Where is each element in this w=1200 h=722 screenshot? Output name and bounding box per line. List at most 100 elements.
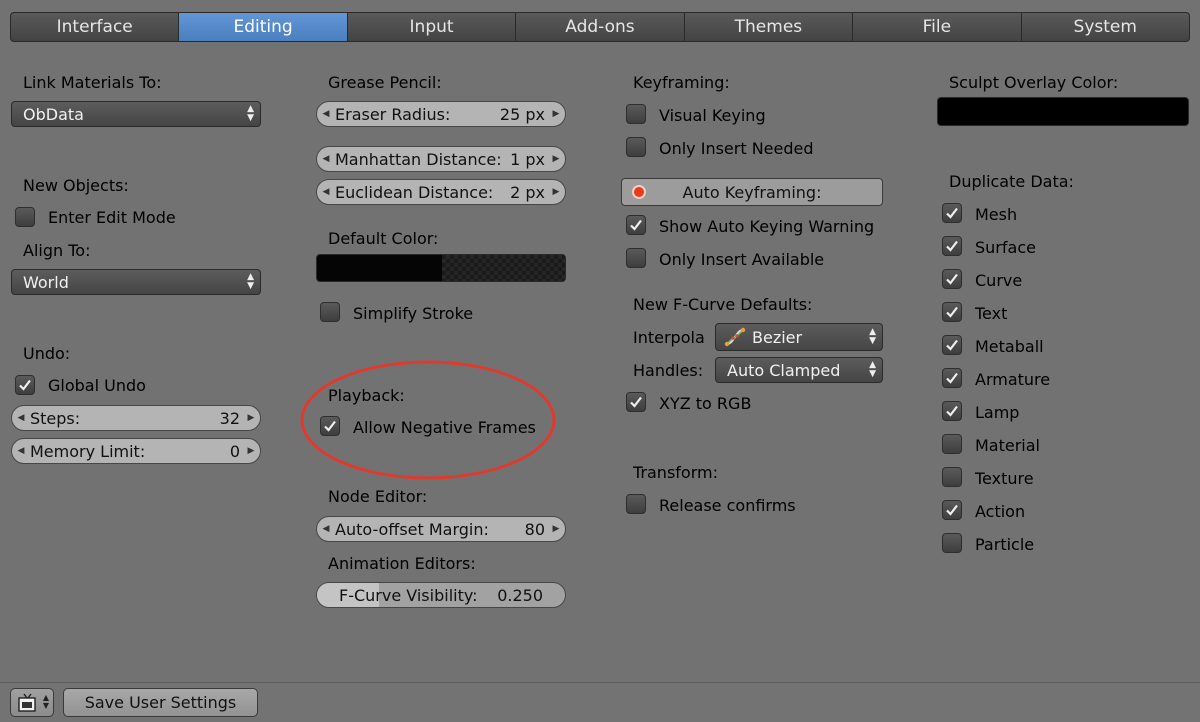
highlight-ellipse <box>300 360 556 480</box>
default-color-swatch[interactable] <box>316 254 566 282</box>
decrement-arrow-icon[interactable]: ◀ <box>317 187 335 197</box>
checkmark-icon <box>946 306 958 318</box>
xyz-to-rgb-label: XYZ to RGB <box>659 394 752 413</box>
tab-themes[interactable]: Themes <box>684 12 854 42</box>
fcurve-visibility-value: 0.250 <box>497 585 543 605</box>
save-user-settings-button[interactable]: Save User Settings <box>63 688 258 717</box>
duplicate-metaball-checkbox[interactable] <box>942 335 962 355</box>
preferences-tabbar: Interface Editing Input Add-ons Themes F… <box>10 12 1190 42</box>
alpha-checker-pattern <box>442 255 565 281</box>
animation-editors-label: Animation Editors: <box>328 554 476 573</box>
auto-keyframing-toggle[interactable]: Auto Keyframing: <box>621 178 883 206</box>
duplicate-lamp-checkbox[interactable] <box>942 401 962 421</box>
checkmark-icon <box>946 240 958 252</box>
updown-arrows-icon: ▲ ▼ <box>42 693 49 710</box>
duplicate-particle-checkbox[interactable] <box>942 533 962 553</box>
euclidean-distance-label: Euclidean Distance: <box>335 182 494 202</box>
bezier-curve-icon <box>724 327 746 347</box>
sculpt-overlay-color-swatch[interactable] <box>937 97 1189 126</box>
sculpt-overlay-color-label: Sculpt Overlay Color: <box>949 73 1119 92</box>
increment-arrow-icon[interactable]: ▶ <box>547 154 565 164</box>
euclidean-distance-field[interactable]: ◀ Euclidean Distance: 2 px ▶ <box>316 179 566 205</box>
increment-arrow-icon[interactable]: ▶ <box>242 413 260 423</box>
decrement-arrow-icon[interactable]: ◀ <box>317 154 335 164</box>
decrement-arrow-icon[interactable]: ◀ <box>12 446 30 456</box>
duplicate-data-label: Duplicate Data: <box>949 172 1074 191</box>
preferences-editor-icon <box>18 693 36 712</box>
tab-add-ons[interactable]: Add-ons <box>516 12 685 42</box>
auto-keyframing-label: Auto Keyframing: <box>682 182 822 202</box>
duplicate-surface-checkbox[interactable] <box>942 236 962 256</box>
increment-arrow-icon[interactable]: ▶ <box>547 109 565 119</box>
duplicate-text-checkbox[interactable] <box>942 302 962 322</box>
align-to-value: World <box>23 272 69 292</box>
manhattan-distance-field[interactable]: ◀ Manhattan Distance: 1 px ▶ <box>316 146 566 172</box>
eraser-radius-field[interactable]: ◀ Eraser Radius: 25 px ▶ <box>316 101 566 127</box>
increment-arrow-icon[interactable]: ▶ <box>242 446 260 456</box>
updown-arrows-icon: ▲ ▼ <box>247 272 254 291</box>
manhattan-distance-value: 1 px <box>510 149 545 169</box>
interpolation-dropdown[interactable]: Bezier ▲ ▼ <box>715 323 883 351</box>
increment-arrow-icon[interactable]: ▶ <box>547 524 565 534</box>
duplicate-armature-label: Armature <box>975 370 1051 389</box>
duplicate-curve-checkbox[interactable] <box>942 269 962 289</box>
only-insert-needed-checkbox[interactable] <box>626 137 646 157</box>
duplicate-text-label: Text <box>975 304 1008 323</box>
xyz-to-rgb-checkbox[interactable] <box>626 392 646 412</box>
steps-field[interactable]: ◀ Steps: 32 ▶ <box>11 405 261 431</box>
increment-arrow-icon[interactable]: ▶ <box>547 187 565 197</box>
align-to-label: Align To: <box>23 241 91 260</box>
memory-limit-field[interactable]: ◀ Memory Limit: 0 ▶ <box>11 438 261 464</box>
simplify-stroke-checkbox[interactable] <box>320 302 340 322</box>
enter-edit-mode-checkbox[interactable] <box>15 207 35 227</box>
keyframing-label: Keyframing: <box>633 73 730 92</box>
handles-dropdown[interactable]: Auto Clamped ▲ ▼ <box>715 357 883 383</box>
duplicate-action-checkbox[interactable] <box>942 500 962 520</box>
tab-system[interactable]: System <box>1021 12 1190 42</box>
checkmark-icon <box>946 339 958 351</box>
handles-label: Handles: <box>633 361 704 380</box>
link-materials-dropdown[interactable]: ObData ▲ ▼ <box>11 101 261 127</box>
release-confirms-label: Release confirms <box>659 496 796 515</box>
only-insert-available-checkbox[interactable] <box>626 248 646 268</box>
duplicate-lamp-label: Lamp <box>975 403 1020 422</box>
duplicate-action-label: Action <box>975 502 1026 521</box>
release-confirms-checkbox[interactable] <box>626 494 646 514</box>
interpolation-value: Bezier <box>752 327 803 347</box>
node-editor-label: Node Editor: <box>328 487 428 506</box>
checkmark-icon <box>946 405 958 417</box>
link-materials-value: ObData <box>23 104 84 124</box>
tab-interface[interactable]: Interface <box>10 12 180 42</box>
show-auto-keying-warning-checkbox[interactable] <box>626 215 646 235</box>
duplicate-texture-checkbox[interactable] <box>942 467 962 487</box>
global-undo-checkbox[interactable] <box>15 375 35 395</box>
tab-file[interactable]: File <box>853 12 1022 42</box>
checkmark-icon <box>630 396 642 408</box>
memory-limit-label: Memory Limit: <box>30 441 146 461</box>
fcurve-visibility-slider[interactable]: F-Curve Visibility: 0.250 <box>316 582 566 608</box>
euclidean-distance-value: 2 px <box>510 182 545 202</box>
tab-input[interactable]: Input <box>347 12 517 42</box>
auto-offset-margin-field[interactable]: ◀ Auto-offset Margin: 80 ▶ <box>316 516 566 542</box>
updown-arrows-icon: ▲ ▼ <box>869 360 876 379</box>
fcurve-visibility-label: F-Curve Visibility: <box>339 585 478 605</box>
checkmark-icon <box>946 372 958 384</box>
handles-value: Auto Clamped <box>727 360 841 380</box>
transform-label: Transform: <box>633 463 718 482</box>
align-to-dropdown[interactable]: World ▲ ▼ <box>11 269 261 295</box>
auto-offset-margin-value: 80 <box>524 519 545 539</box>
duplicate-material-checkbox[interactable] <box>942 434 962 454</box>
global-undo-label: Global Undo <box>48 376 146 395</box>
decrement-arrow-icon[interactable]: ◀ <box>12 413 30 423</box>
tab-editing[interactable]: Editing <box>179 12 348 42</box>
visual-keying-checkbox[interactable] <box>626 104 646 124</box>
duplicate-particle-label: Particle <box>975 535 1035 554</box>
editor-type-selector[interactable]: ▲ ▼ <box>10 688 54 717</box>
decrement-arrow-icon[interactable]: ◀ <box>317 524 335 534</box>
decrement-arrow-icon[interactable]: ◀ <box>317 109 335 119</box>
default-color-label: Default Color: <box>328 229 439 248</box>
link-materials-label: Link Materials To: <box>23 73 162 92</box>
duplicate-armature-checkbox[interactable] <box>942 368 962 388</box>
undo-label: Undo: <box>23 344 71 363</box>
duplicate-mesh-checkbox[interactable] <box>942 203 962 223</box>
